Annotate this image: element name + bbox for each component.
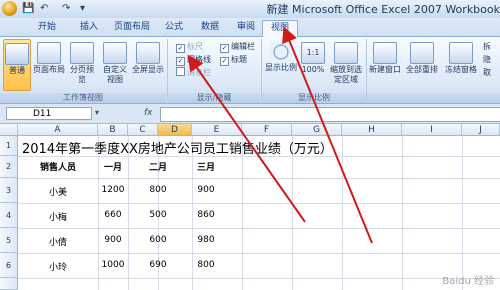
annotation-arrows [187,26,373,244]
arrow-to-gridlines-checkbox [187,54,306,223]
